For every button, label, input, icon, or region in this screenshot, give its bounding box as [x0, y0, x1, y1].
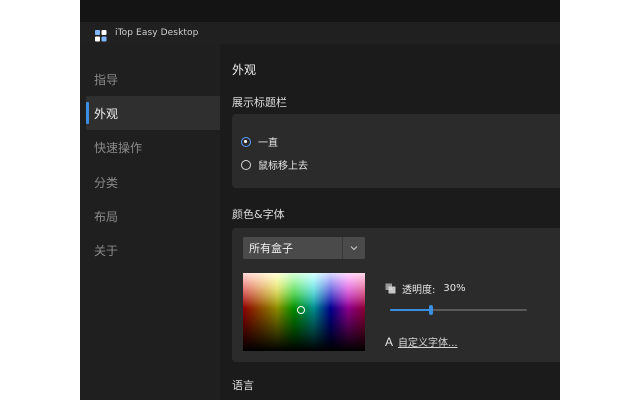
titlebar-section-label: 展示标题栏 — [232, 96, 287, 109]
title-bar: iTop Easy Desktop — [80, 22, 560, 44]
sidebar-item-guide[interactable]: 指导 — [86, 62, 220, 96]
window-top-strip — [80, 0, 560, 22]
color-font-section-label: 颜色&字体 — [232, 208, 285, 221]
radio-option-on-hover[interactable]: 鼠标移上去 — [241, 157, 308, 172]
slider-thumb[interactable] — [429, 305, 433, 315]
radio-label: 鼠标移上去 — [258, 161, 308, 172]
sidebar-item-label: 指导 — [94, 72, 119, 87]
chevron-down-icon[interactable] — [342, 237, 365, 259]
page-title: 外观 — [232, 63, 257, 77]
opacity-value: 30% — [443, 283, 466, 294]
settings-panel: 外观 展示标题栏 一直 鼠标移上去 颜色&字体 所有盒子 透明度: 30% A … — [220, 44, 560, 400]
slider-fill — [390, 309, 431, 311]
sidebar-item-label: 分类 — [94, 175, 119, 190]
opacity-label: 透明度: — [402, 285, 436, 296]
sidebar-item-label: 快速操作 — [94, 140, 143, 155]
radio-button[interactable] — [241, 159, 251, 170]
sidebar-item-categories[interactable]: 分类 — [86, 165, 220, 199]
opacity-row: 透明度: 30% — [385, 281, 466, 296]
radio-button-checked[interactable] — [241, 136, 251, 147]
box-select-dropdown[interactable]: 所有盒子 — [243, 237, 365, 259]
app-title: iTop Easy Desktop — [115, 28, 199, 38]
sidebar-item-appearance[interactable]: 外观 — [86, 96, 220, 130]
sidebar-item-about[interactable]: 关于 — [86, 233, 220, 267]
titlebar-options-card: 一直 鼠标移上去 — [232, 114, 560, 188]
sidebar: 指导 外观 快速操作 分类 布局 关于 — [80, 44, 220, 400]
opacity-slider[interactable] — [390, 305, 527, 315]
app-logo-icon — [95, 27, 107, 42]
radio-option-always[interactable]: 一直 — [241, 134, 278, 149]
sidebar-item-label: 外观 — [94, 106, 119, 121]
custom-font-link[interactable]: A 自定义字体... — [385, 334, 458, 350]
sidebar-item-label: 关于 — [94, 243, 119, 258]
app-window: iTop Easy Desktop 指导 外观 快速操作 分类 布局 关于 外观… — [80, 0, 560, 400]
font-icon: A — [385, 334, 394, 349]
sidebar-item-layout[interactable]: 布局 — [86, 199, 220, 233]
dropdown-value: 所有盒子 — [249, 242, 293, 255]
radio-label: 一直 — [258, 138, 278, 149]
sidebar-item-label: 布局 — [94, 209, 119, 224]
color-picker-cursor[interactable] — [297, 306, 305, 314]
custom-font-label: 自定义字体... — [398, 338, 458, 349]
color-picker[interactable] — [243, 273, 365, 351]
opacity-icon — [385, 283, 396, 294]
color-font-card: 所有盒子 透明度: 30% A 自定义字体... — [232, 228, 560, 362]
language-section-label: 语言 — [232, 379, 254, 392]
sidebar-item-quick-actions[interactable]: 快速操作 — [86, 130, 220, 164]
